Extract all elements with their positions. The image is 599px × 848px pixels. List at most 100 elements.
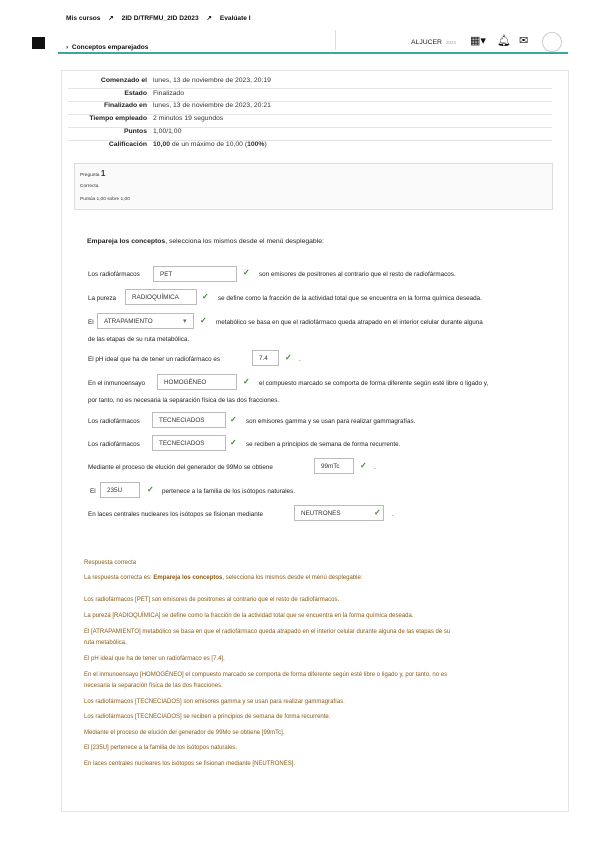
answer-select[interactable]: ATRAPAMIENTO (97, 313, 194, 329)
item-text-before: Mediante el proceso de elución del gener… (88, 464, 273, 471)
item-text-before: En laces centrales nucleares los isótopo… (88, 511, 264, 518)
item-text-after: pertenece a la familia de los isótopos n… (162, 488, 296, 495)
feedback-intro-post: , selecciona los mismos desde el menú de… (222, 575, 363, 581)
question-state: Correcta (80, 184, 99, 189)
mail-icon[interactable]: ✉ (519, 34, 528, 47)
question-points: Puntúa 1,00 sobre 1,00 (80, 197, 130, 202)
feedback-line: Los radiofármacos [TECNECIADOS] son emis… (84, 699, 345, 705)
breadcrumb-item-courses[interactable]: Mis cursos (66, 15, 100, 22)
item-text-after: son emisores gamma y se usan para realiz… (246, 418, 416, 425)
question-prompt: Empareja los conceptos, selecciona los m… (87, 238, 324, 245)
answer-select[interactable]: 99mTc (314, 458, 354, 474)
user-year: 2023 (445, 40, 456, 45)
check-icon: ✓ (230, 438, 237, 447)
feedback-line: Mediante el proceso de elución del gener… (84, 730, 285, 736)
item-text-after: . (392, 511, 394, 518)
grade-number: 10,00 (153, 140, 171, 148)
answer-select[interactable]: 235U (100, 482, 140, 498)
feedback-line: El [ATRAPAMIENTO] metabólico se basa en … (84, 629, 451, 635)
check-icon: ✓ (374, 508, 381, 517)
question-label: Pregunta (80, 173, 100, 178)
answer-select[interactable]: NEUTRONES (294, 505, 384, 521)
bell-icon[interactable]: 🔔︎ (497, 34, 511, 47)
item-text-after: . (299, 356, 301, 363)
row-divider (68, 88, 552, 89)
feedback-line: Los radiofármacos [PET] son emisores de … (84, 597, 340, 603)
feedback-intro-bold: Empareja los conceptos (153, 575, 223, 581)
question-info: Pregunta 1 Correcta Puntúa 1,00 sobre 1,… (74, 163, 553, 210)
item-text-before: El pH ideal que ha de tener un radiofárm… (88, 356, 220, 363)
grade-pct: 100% (247, 140, 265, 148)
summary-value: lunes, 13 de noviembre de 2023, 20:19 (153, 76, 271, 84)
breadcrumb: Mis cursos ↗ 2ID D/TRFMU_2ID D2023 ↗ Eva… (66, 14, 257, 22)
answer-select[interactable]: TECNECIADOS (152, 412, 226, 428)
row-divider (68, 140, 552, 141)
item-text-continuation: por tanto, no es necesaria la separación… (88, 397, 280, 404)
breadcrumb-current-label: Conceptos emparejados (71, 44, 149, 51)
feedback-line: En laces centrales nucleares los isótopo… (84, 761, 296, 767)
breadcrumb-separator: ↗ (206, 15, 212, 22)
answer-select[interactable]: RADIOQUÍMICA (125, 289, 197, 305)
summary-key: Comenzado el (100, 76, 147, 84)
item-text-before: En el inmunoensayo (88, 380, 146, 387)
item-text-after: son emisores de positrones al contrario … (259, 271, 456, 278)
avatar[interactable] (542, 32, 562, 52)
grade-mid: de un máximo de 10,00 ( (170, 140, 248, 148)
item-text-before: El (90, 488, 96, 495)
top-bar: Mis cursos ↗ 2ID D/TRFMU_2ID D2023 ↗ Eva… (0, 0, 599, 56)
check-icon: ✓ (243, 377, 250, 386)
prompt-rest: , selecciona los mismos desde el menú de… (165, 238, 324, 245)
feedback-line: necesaria la separación física de las do… (84, 683, 223, 689)
user-name[interactable]: ALJUCER 2023 (411, 39, 456, 46)
check-icon: ✓ (360, 461, 367, 470)
item-text-after: se define como la fracción de la activid… (218, 295, 482, 302)
answer-select[interactable]: PET (153, 266, 237, 282)
feedback-line: En el inmunoensayo [HOMOGÉNEO] el compue… (84, 672, 448, 678)
breadcrumb-item-quiz[interactable]: Evalúate I (220, 15, 251, 22)
menu-icon[interactable] (32, 37, 45, 49)
check-icon: ✓ (243, 268, 250, 277)
breadcrumb-item-course[interactable]: 2ID D/TRFMU_2ID D2023 (122, 15, 199, 22)
top-accent-line (58, 52, 568, 54)
item-text-after: metabólico se basa en que el radiofármac… (216, 319, 483, 326)
chevron-right-icon: › (66, 44, 69, 51)
check-icon: ✓ (285, 353, 292, 362)
row-divider (68, 101, 552, 102)
row-divider (68, 114, 552, 115)
item-text-before: Los radiofármacos (88, 441, 140, 448)
item-text-before: Los radiofármacos (88, 418, 140, 425)
breadcrumb-current: › Conceptos emparejados (66, 44, 148, 51)
answer-select[interactable]: HOMOGÉNEO (157, 374, 237, 390)
feedback-line: Los radiofármacos [TECNECIADOS] se recib… (84, 714, 331, 720)
check-icon: ✓ (200, 316, 207, 325)
item-text-continuation: de las etapas de su ruta metabólica. (88, 336, 190, 343)
question-number: Pregunta 1 (80, 169, 105, 178)
feedback-line: El pH ideal que ha de tener un radiofárm… (84, 656, 225, 662)
feedback-intro-pre: La respuesta correcta es: (84, 575, 154, 581)
item-text-before: La pureza (88, 295, 117, 302)
item-text-after: . (374, 464, 376, 471)
grade-end: ) (264, 140, 267, 148)
check-icon: ✓ (230, 415, 237, 424)
grid-icon[interactable]: ▦▾ (470, 34, 486, 47)
item-text-before: El (88, 319, 94, 326)
breadcrumb-separator: ↗ (108, 15, 114, 22)
row-divider (68, 127, 552, 128)
summary-row: Comenzado el lunes, 13 de noviembre de 20… (62, 74, 274, 87)
feedback-line: La pureza [RADIOQUÍMICA] se define como … (84, 613, 414, 619)
item-text-after: se reciben a principios de semana de for… (246, 441, 401, 448)
feedback-line: El [235U] pertenece a la familia de los … (84, 745, 238, 751)
item-text-before: Los radiofármacos (88, 271, 140, 278)
divider (335, 30, 336, 50)
question-number-value: 1 (100, 169, 106, 178)
check-icon: ✓ (147, 485, 154, 494)
user-name-label: ALJUCER (411, 39, 442, 46)
answer-select[interactable]: TECNECIADOS (152, 435, 226, 451)
check-icon: ✓ (202, 292, 209, 301)
chevron-down-icon: ▾ (183, 318, 187, 325)
feedback-line: ruta metabólica. (84, 640, 127, 646)
prompt-bold: Empareja los conceptos (87, 238, 166, 245)
feedback-status: Respuesta correcta (84, 560, 137, 566)
answer-select[interactable]: 7.4 (252, 350, 279, 366)
feedback-intro: La respuesta correcta es: Empareja los c… (84, 575, 362, 581)
